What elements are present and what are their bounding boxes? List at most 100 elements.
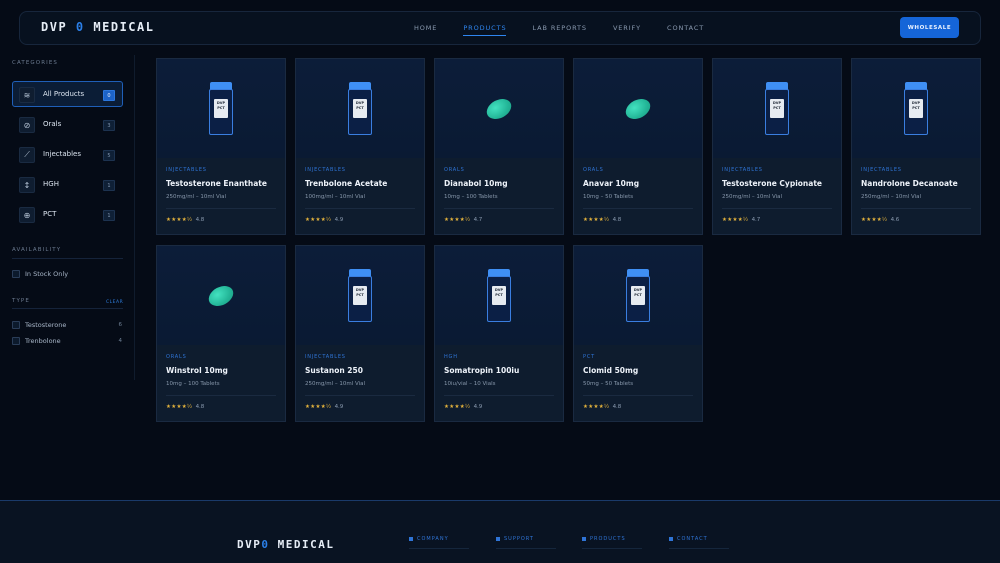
- pill-icon: [483, 94, 515, 123]
- nav-contact[interactable]: CONTACT: [667, 24, 704, 36]
- product-card[interactable]: DVP PCT INJECTABLES Testosterone Enanthate 2…: [156, 58, 286, 235]
- product-image[interactable]: DVP PCT: [435, 246, 563, 345]
- divider: [305, 208, 415, 209]
- divider: [722, 208, 832, 209]
- in-stock-filter[interactable]: In Stock Only: [12, 269, 123, 279]
- footer-logo-left: DVP: [237, 538, 262, 551]
- nav-lab-reports[interactable]: LAB REPORTS: [532, 24, 586, 36]
- product-image[interactable]: [574, 59, 702, 158]
- product-name[interactable]: Clomid 50mg: [583, 366, 638, 375]
- type-filter-testosterone[interactable]: Testosterone 6: [12, 320, 123, 330]
- footer-logo-accent: 0: [261, 538, 270, 551]
- star-rating-icon: ★★★★½: [861, 217, 888, 223]
- site-footer: DVP0 MEDICAL COMPANY SUPPORT PRODUCTS CONTA…: [0, 500, 1000, 563]
- vial-body: DVP PCT: [626, 276, 650, 322]
- category-pct[interactable]: ⊕ PCT 1: [12, 201, 123, 227]
- product-card[interactable]: ORALS Dianabol 10mg 10mg – 100 Tablets ★★★★…: [434, 58, 564, 235]
- category-label: Injectables: [43, 150, 81, 158]
- product-name[interactable]: Nandrolone Decanoate: [861, 179, 958, 188]
- type-filter-trenbolone[interactable]: Trenbolone 4: [12, 336, 123, 346]
- category-count: 3: [103, 120, 115, 131]
- star-rating-icon: ★★★★½: [166, 217, 193, 223]
- syringe-icon: ⟋: [19, 147, 35, 163]
- product-card[interactable]: DVP PCT INJECTABLES Nandrolone Decanoate 250…: [851, 58, 981, 235]
- vial-icon: DVP PCT: [626, 269, 650, 322]
- product-card[interactable]: ORALS Winstrol 10mg 10mg – 100 Tablets ★★★★…: [156, 245, 286, 422]
- product-size: 50mg – 50 Tablets: [583, 381, 634, 387]
- site-logo[interactable]: DVP 0 MEDICAL: [41, 20, 154, 34]
- product-category: INJECTABLES: [305, 354, 346, 360]
- vial-icon: DVP PCT: [348, 269, 372, 322]
- product-size: 10mg – 50 Tablets: [583, 194, 634, 200]
- vial-label: DVP PCT: [909, 99, 923, 118]
- product-name[interactable]: Sustanon 250: [305, 366, 363, 375]
- product-size: 250mg/ml – 10ml Vial: [166, 194, 227, 200]
- product-card[interactable]: DVP PCT INJECTABLES Testosterone Cypionate 2…: [712, 58, 842, 235]
- rating-value: 4.9: [473, 404, 483, 410]
- wholesale-button[interactable]: WHOLESALE: [900, 17, 959, 38]
- star-rating-icon: ★★★★½: [305, 217, 332, 223]
- product-rating: ★★★★½ 4.8: [166, 404, 204, 410]
- product-image[interactable]: [157, 246, 285, 345]
- divider: [669, 548, 729, 549]
- product-card[interactable]: DVP PCT PCT Clomid 50mg 50mg – 50 Tablets ★★★…: [573, 245, 703, 422]
- type-checkbox[interactable]: [12, 321, 20, 329]
- product-category: INJECTABLES: [861, 167, 902, 173]
- rating-value: 4.9: [334, 404, 344, 410]
- product-image[interactable]: DVP PCT: [296, 59, 424, 158]
- category-all-products[interactable]: ≋ All Products 0: [12, 81, 123, 107]
- product-image[interactable]: DVP PCT: [713, 59, 841, 158]
- rating-value: 4.6: [890, 217, 900, 223]
- vial-label: DVP PCT: [353, 286, 367, 305]
- product-size: 250mg/ml – 10ml Vial: [722, 194, 783, 200]
- nav-home[interactable]: HOME: [414, 24, 437, 36]
- product-card[interactable]: ORALS Anavar 10mg 10mg – 50 Tablets ★★★★½ 4.…: [573, 58, 703, 235]
- rating-value: 4.7: [473, 217, 483, 223]
- product-category: ORALS: [444, 167, 465, 173]
- category-hgh[interactable]: ↕ HGH 1: [12, 171, 123, 197]
- product-name[interactable]: Testosterone Enanthate: [166, 179, 267, 188]
- category-orals[interactable]: ⊘ Orals 3: [12, 111, 123, 137]
- nav-products[interactable]: PRODUCTS: [463, 24, 507, 36]
- product-name[interactable]: Anavar 10mg: [583, 179, 639, 188]
- star-rating-icon: ★★★★½: [444, 217, 471, 223]
- in-stock-checkbox[interactable]: [12, 270, 20, 278]
- product-size: 250mg/ml – 10ml Vial: [305, 381, 366, 387]
- category-label: Orals: [43, 120, 62, 128]
- product-image[interactable]: DVP PCT: [296, 246, 424, 345]
- vial-body: DVP PCT: [348, 276, 372, 322]
- star-rating-icon: ★★★★½: [583, 217, 610, 223]
- pill-icon: ⊘: [19, 117, 35, 133]
- footer-logo-right: MEDICAL: [277, 538, 335, 551]
- product-image[interactable]: [435, 59, 563, 158]
- product-category: ORALS: [583, 167, 604, 173]
- vial-icon: DVP PCT: [904, 82, 928, 135]
- footer-col-contact: CONTACT: [669, 536, 708, 542]
- product-category: INJECTABLES: [305, 167, 346, 173]
- product-size: 10iu/vial – 10 Vials: [444, 381, 496, 387]
- category-count: 1: [103, 180, 115, 191]
- product-name[interactable]: Winstrol 10mg: [166, 366, 228, 375]
- star-rating-icon: ★★★★½: [305, 404, 332, 410]
- category-injectables[interactable]: ⟋ Injectables 5: [12, 141, 123, 167]
- footer-col-support: SUPPORT: [496, 536, 534, 542]
- product-card[interactable]: DVP PCT HGH Somatropin 100iu 10iu/vial – 10 …: [434, 245, 564, 422]
- nav-verify[interactable]: VERIFY: [613, 24, 641, 36]
- product-card[interactable]: DVP PCT INJECTABLES Sustanon 250 250mg/ml – …: [295, 245, 425, 422]
- clear-type-link[interactable]: CLEAR: [106, 300, 123, 305]
- product-name[interactable]: Trenbolone Acetate: [305, 179, 387, 188]
- layers-icon: ≋: [19, 87, 35, 103]
- type-checkbox[interactable]: [12, 337, 20, 345]
- divider: [166, 395, 276, 396]
- product-image[interactable]: DVP PCT: [157, 59, 285, 158]
- product-card[interactable]: DVP PCT INJECTABLES Trenbolone Acetate 100mg…: [295, 58, 425, 235]
- type-title: TYPE: [12, 298, 30, 304]
- footer-logo[interactable]: DVP0 MEDICAL: [237, 538, 334, 551]
- vial-label: DVP PCT: [770, 99, 784, 118]
- product-image[interactable]: DVP PCT: [852, 59, 980, 158]
- product-name[interactable]: Dianabol 10mg: [444, 179, 508, 188]
- product-name[interactable]: Testosterone Cypionate: [722, 179, 822, 188]
- footer-col-company: COMPANY: [409, 536, 449, 542]
- product-name[interactable]: Somatropin 100iu: [444, 366, 519, 375]
- product-image[interactable]: DVP PCT: [574, 246, 702, 345]
